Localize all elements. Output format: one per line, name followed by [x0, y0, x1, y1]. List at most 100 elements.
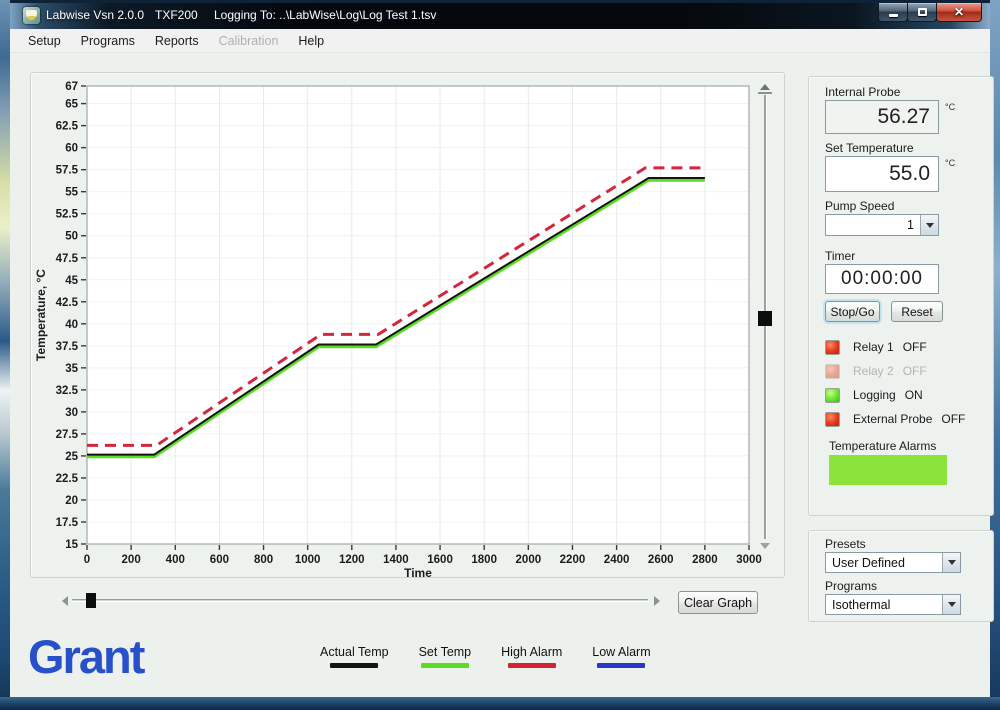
programs-value: Isothermal	[826, 595, 942, 614]
svg-text:60: 60	[65, 143, 78, 155]
svg-text:400: 400	[166, 554, 185, 566]
svg-text:2600: 2600	[648, 554, 674, 566]
set-temperature-unit: °C	[945, 158, 955, 168]
programs-select[interactable]: Isothermal	[825, 594, 961, 615]
vertical-slider-down-icon[interactable]	[760, 543, 770, 549]
svg-text:45: 45	[65, 275, 78, 287]
internal-probe-label: Internal Probe	[825, 85, 900, 99]
minimize-icon	[889, 14, 898, 17]
presets-select[interactable]: User Defined	[825, 552, 961, 573]
presets-dropdown-icon[interactable]	[942, 553, 960, 572]
menu-setup[interactable]: Setup	[18, 31, 71, 51]
hscroll-thumb[interactable]	[86, 593, 96, 608]
indicator-relay-2: Relay 2 OFF	[825, 363, 927, 379]
legend-actual-temp: Actual Temp	[320, 645, 389, 668]
maximize-button[interactable]	[907, 3, 937, 22]
set-temperature-label: Set Temperature	[825, 141, 914, 155]
menu-calibration: Calibration	[209, 31, 289, 51]
svg-text:62.5: 62.5	[56, 121, 79, 133]
menu-programs[interactable]: Programs	[71, 31, 145, 51]
stop-go-button[interactable]: Stop/Go	[825, 301, 880, 322]
hscroll-left-icon[interactable]	[62, 596, 68, 606]
programs-dropdown-icon[interactable]	[942, 595, 960, 614]
svg-text:3000: 3000	[736, 554, 762, 566]
legend-low-alarm: Low Alarm	[592, 645, 650, 668]
timer-value: 00:00:00	[825, 264, 939, 294]
desktop-edge-left	[0, 0, 10, 710]
svg-text:35: 35	[65, 363, 78, 375]
internal-probe-unit: °C	[945, 102, 955, 112]
svg-text:27.5: 27.5	[56, 429, 79, 441]
legend-high-alarm-swatch	[508, 663, 556, 668]
chart-panel: 1517.52022.52527.53032.53537.54042.54547…	[30, 72, 785, 578]
close-icon: ✕	[954, 5, 964, 19]
app-icon	[23, 7, 40, 24]
vertical-slider-up-icon[interactable]	[760, 84, 770, 90]
minimize-button[interactable]	[878, 3, 908, 22]
indicator-relay-1: Relay 1 OFF	[825, 339, 927, 355]
indicator-external-probe: External Probe OFF	[825, 411, 965, 427]
svg-text:50: 50	[65, 231, 78, 243]
svg-text:1000: 1000	[295, 554, 321, 566]
hscroll-track[interactable]	[72, 599, 648, 602]
svg-text:Temperature, °C: Temperature, °C	[34, 269, 48, 361]
window-title-app: Labwise Vsn 2.0.0	[46, 8, 144, 22]
svg-text:2400: 2400	[604, 554, 630, 566]
temperature-alarms-label: Temperature Alarms	[829, 439, 936, 453]
svg-text:57.5: 57.5	[56, 165, 79, 177]
svg-text:22.5: 22.5	[56, 473, 79, 485]
pump-speed-select[interactable]: 1	[825, 214, 939, 236]
svg-text:1600: 1600	[427, 554, 453, 566]
control-panel: Internal Probe 56.27 °C Set Temperature …	[808, 76, 994, 516]
svg-text:37.5: 37.5	[56, 341, 79, 353]
svg-text:2200: 2200	[560, 554, 586, 566]
maximize-icon	[918, 8, 927, 16]
svg-text:42.5: 42.5	[56, 297, 79, 309]
title-bar: Labwise Vsn 2.0.0 TXF200 Logging To: ..\…	[10, 3, 990, 29]
svg-text:30: 30	[65, 407, 78, 419]
hscroll-right-icon[interactable]	[654, 596, 660, 606]
svg-text:65: 65	[65, 99, 78, 111]
presets-label: Presets	[825, 537, 866, 551]
reset-button[interactable]: Reset	[891, 301, 943, 322]
svg-text:2800: 2800	[692, 554, 718, 566]
timer-label: Timer	[825, 249, 855, 263]
svg-text:55: 55	[65, 187, 78, 199]
legend-low-alarm-swatch	[597, 663, 645, 668]
presets-panel: Presets User Defined Programs Isothermal	[808, 530, 994, 622]
chart-legend: Actual Temp Set Temp High Alarm Low Alar…	[320, 645, 651, 668]
pump-speed-value: 1	[826, 215, 920, 235]
logging-led-icon	[825, 388, 840, 403]
legend-high-alarm: High Alarm	[501, 645, 562, 668]
relay-1-led-icon	[825, 340, 840, 355]
window-title-device: TXF200	[155, 8, 198, 22]
svg-text:1400: 1400	[383, 554, 409, 566]
svg-text:40: 40	[65, 319, 78, 331]
app-window: Labwise Vsn 2.0.0 TXF200 Logging To: ..\…	[10, 3, 990, 697]
svg-text:15: 15	[65, 539, 78, 551]
temperature-alarms-status	[829, 455, 947, 485]
menu-help[interactable]: Help	[288, 31, 334, 51]
vertical-slider-upline	[758, 92, 772, 94]
svg-text:200: 200	[122, 554, 141, 566]
menu-reports[interactable]: Reports	[145, 31, 209, 51]
svg-text:0: 0	[84, 554, 90, 566]
pump-speed-dropdown-icon[interactable]	[920, 215, 938, 235]
svg-text:20: 20	[65, 495, 78, 507]
svg-text:25: 25	[65, 451, 78, 463]
svg-text:Time: Time	[404, 566, 432, 579]
legend-set-temp: Set Temp	[419, 645, 472, 668]
svg-text:2000: 2000	[516, 554, 542, 566]
set-temperature-input[interactable]: 55.0	[825, 156, 939, 192]
clear-graph-button[interactable]: Clear Graph	[678, 591, 758, 614]
svg-text:1800: 1800	[471, 554, 497, 566]
indicator-logging: Logging ON	[825, 387, 923, 403]
vertical-slider-thumb[interactable]	[758, 311, 772, 326]
svg-text:17.5: 17.5	[56, 517, 79, 529]
svg-text:67: 67	[65, 81, 78, 93]
svg-text:1200: 1200	[339, 554, 365, 566]
svg-text:32.5: 32.5	[56, 385, 79, 397]
internal-probe-value: 56.27	[825, 100, 939, 134]
svg-text:600: 600	[210, 554, 229, 566]
close-button[interactable]: ✕	[936, 3, 982, 22]
